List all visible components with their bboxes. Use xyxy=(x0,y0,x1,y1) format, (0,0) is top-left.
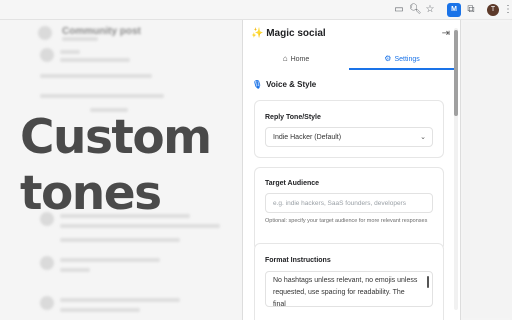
menu-icon[interactable]: ⋮ xyxy=(502,4,512,16)
format-instructions-textarea[interactable]: No hashtags unless relevant, no emojis u… xyxy=(265,271,433,307)
panel-scrollbar-thumb[interactable] xyxy=(454,30,458,116)
browser-toolbar: ▭ 🔍︎ ☆ M ⧉ T ⋮ xyxy=(0,0,512,20)
tab-settings[interactable]: ⚙ Settings xyxy=(349,50,455,70)
gear-icon: ⚙ xyxy=(384,54,392,63)
avatar xyxy=(40,256,54,270)
textarea-scrollbar[interactable] xyxy=(427,276,429,288)
format-instructions-label: Format Instructions xyxy=(265,257,331,264)
panel-tabs: ⌂ Home ⚙ Settings xyxy=(243,50,455,70)
tab-home[interactable]: ⌂ Home xyxy=(243,50,349,70)
extension-icon[interactable]: M xyxy=(447,3,461,17)
format-instructions-value: No hashtags unless relevant, no emojis u… xyxy=(273,277,418,307)
headline-line-1: Custom xyxy=(20,110,212,165)
reply-tone-card: Reply Tone/Style Indie Hacker (Default) … xyxy=(254,100,444,158)
target-audience-card: Target Audience e.g. indie hackers, SaaS… xyxy=(254,167,444,251)
back-icon xyxy=(38,26,52,40)
avatar xyxy=(40,296,54,310)
headline-line-2: tones xyxy=(20,166,162,221)
format-instructions-card: Format Instructions No hashtags unless r… xyxy=(254,243,444,320)
logout-icon[interactable]: ⇥ xyxy=(442,28,450,39)
avatar xyxy=(40,48,54,62)
section-title: 🎙︎ Voice & Style xyxy=(252,80,316,89)
panel-scrollbar[interactable] xyxy=(454,28,458,310)
feature-headline: Custom tones xyxy=(20,110,212,222)
section-title-text: Voice & Style xyxy=(266,80,317,89)
tab-home-label: Home xyxy=(290,56,310,63)
chevron-down-icon: ⌄ xyxy=(420,134,426,141)
panel-title: ✨ Magic social xyxy=(251,28,326,39)
target-audience-helper: Optional: specify your target audience f… xyxy=(265,218,428,224)
reply-tone-select[interactable]: Indie Hacker (Default) ⌄ xyxy=(265,127,433,147)
target-audience-label: Target Audience xyxy=(265,180,320,187)
microphone-icon: 🎙︎ xyxy=(252,80,263,89)
reply-tone-value: Indie Hacker (Default) xyxy=(273,134,342,141)
star-icon[interactable]: ☆ xyxy=(424,4,436,16)
reply-tone-label: Reply Tone/Style xyxy=(265,114,321,121)
background-title: Community post xyxy=(62,26,141,37)
target-audience-input[interactable]: e.g. indie hackers, SaaS founders, devel… xyxy=(265,193,433,213)
zoom-icon[interactable]: 🔍︎ xyxy=(409,4,422,16)
extension-panel: ✨ Magic social ⇥ ⌂ Home ⚙ Settings 🎙︎ Voice… xyxy=(242,20,461,320)
cast-icon[interactable]: ▭ xyxy=(393,4,405,16)
tab-settings-label: Settings xyxy=(394,56,420,63)
panel-header: ✨ Magic social ⇥ xyxy=(243,20,460,48)
background-sidebar xyxy=(461,20,512,320)
home-icon: ⌂ xyxy=(282,54,288,63)
extensions-puzzle-icon[interactable]: ⧉ xyxy=(465,4,477,16)
profile-avatar[interactable]: T xyxy=(487,4,499,16)
